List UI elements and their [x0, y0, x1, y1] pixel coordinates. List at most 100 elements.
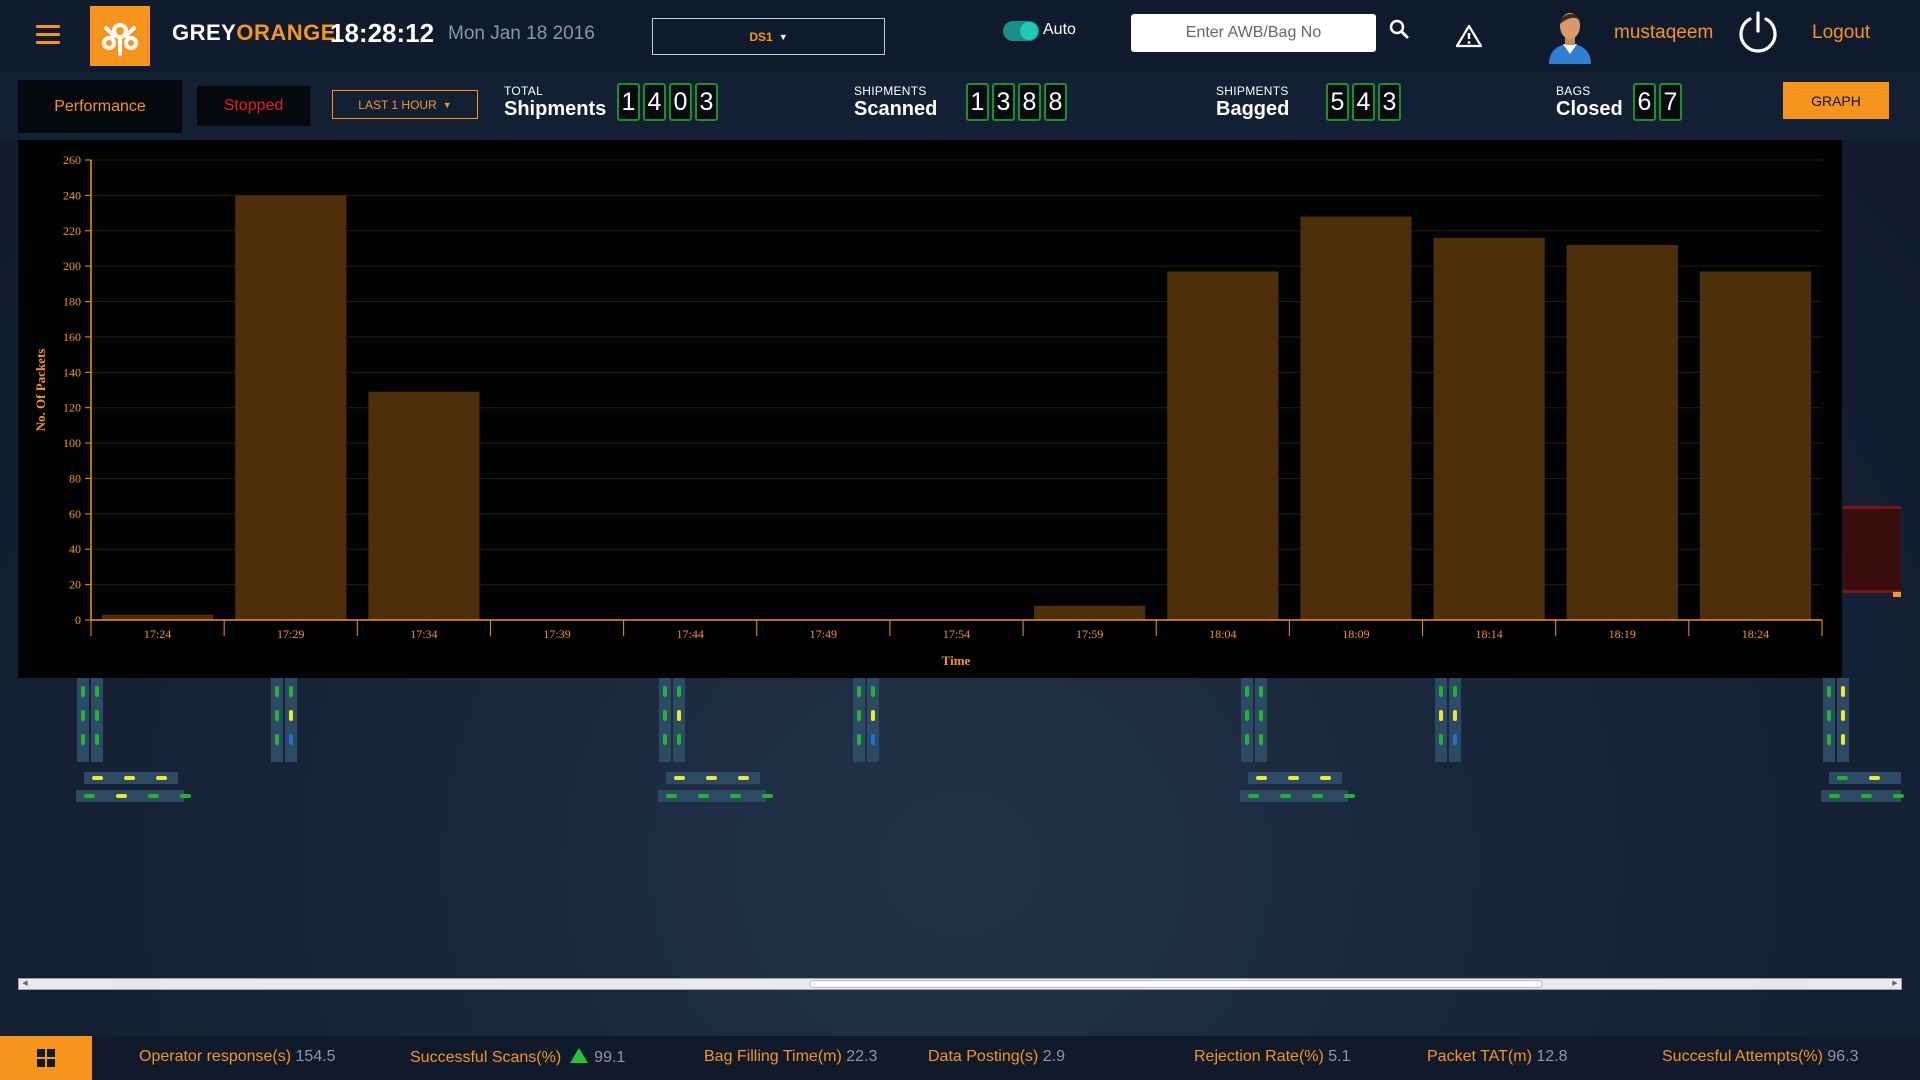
rack-slot[interactable]	[871, 710, 875, 721]
rack-slot[interactable]	[289, 686, 293, 697]
rack-slot[interactable]	[95, 686, 99, 697]
rack-slot[interactable]	[1841, 686, 1845, 697]
rack-slot[interactable]	[857, 734, 861, 745]
dashboard-grid-icon[interactable]	[0, 1036, 92, 1080]
rack-slot[interactable]	[180, 794, 191, 798]
rack-slot[interactable]	[1256, 776, 1267, 780]
rack-slot[interactable]	[1439, 710, 1443, 721]
rack-slot[interactable]	[871, 686, 875, 697]
bar-1819[interactable]	[1566, 244, 1678, 620]
bar-1729[interactable]	[235, 195, 347, 620]
scroll-left-icon[interactable]: ◀	[19, 979, 31, 989]
rack-slot[interactable]	[1841, 710, 1845, 721]
rack-slot[interactable]	[92, 776, 103, 780]
rack-slot[interactable]	[95, 734, 99, 745]
metrics-footer: Operator response(s) 154.5 Successful Sc…	[0, 1036, 1920, 1080]
x-tick-label: 18:24	[1742, 627, 1769, 641]
x-tick-label: 17:24	[144, 627, 171, 641]
rack-slot[interactable]	[1245, 710, 1249, 721]
rack-slot[interactable]	[1245, 734, 1249, 745]
rack-slot[interactable]	[1453, 686, 1457, 697]
rack-slot[interactable]	[666, 794, 677, 798]
rack-slot[interactable]	[1439, 686, 1443, 697]
rack-slot[interactable]	[1259, 710, 1263, 721]
rack-slot[interactable]	[674, 776, 685, 780]
rack-slot[interactable]	[1893, 794, 1904, 798]
rack-slot[interactable]	[1288, 776, 1299, 780]
rack-slot[interactable]	[95, 710, 99, 721]
rack-slot[interactable]	[124, 776, 135, 780]
rack-slot[interactable]	[275, 686, 279, 697]
bar-chart-svg: 0 20 40 60 80 100 120 140 160 180 200 220 240 260 17:2…	[33, 153, 1823, 668]
rack-slot[interactable]	[663, 710, 667, 721]
rack-slot[interactable]	[1453, 734, 1457, 745]
scrollbar-thumb[interactable]	[809, 980, 1543, 988]
rack-slot[interactable]	[677, 734, 681, 745]
rack-slot[interactable]	[857, 710, 861, 721]
rack-slot[interactable]	[663, 686, 667, 697]
rack-slot[interactable]	[1248, 794, 1259, 798]
metric-label: Data Posting(s)	[928, 1048, 1039, 1065]
rack-slot[interactable]	[1453, 710, 1457, 721]
y-tick-label: 180	[63, 295, 81, 309]
bar-1814[interactable]	[1433, 237, 1545, 620]
rack-slot[interactable]	[857, 686, 861, 697]
rack-slot[interactable]	[81, 710, 85, 721]
metric-rejection-rate: Rejection Rate(%) 5.1	[1194, 1048, 1351, 1066]
rack-slot[interactable]	[156, 776, 167, 780]
bar-1724[interactable]	[102, 614, 214, 620]
bar-1824[interactable]	[1699, 271, 1811, 620]
scroll-right-icon[interactable]: ▶	[1889, 979, 1901, 989]
rack-slot[interactable]	[81, 734, 85, 745]
bar-1809[interactable]	[1300, 216, 1412, 620]
rack-slot[interactable]	[1312, 794, 1323, 798]
rack-slot[interactable]	[275, 734, 279, 745]
rack-slot[interactable]	[762, 794, 773, 798]
rack-slot[interactable]	[663, 734, 667, 745]
metric-label: Packet TAT(m)	[1427, 1048, 1532, 1065]
rack-slot[interactable]	[1245, 686, 1249, 697]
rack-slot[interactable]	[677, 686, 681, 697]
y-tick-label: 120	[63, 401, 81, 415]
metric-label: Successful Scans(%)	[410, 1049, 562, 1066]
packets-chart: 0 20 40 60 80 100 120 140 160 180 200 220 240 260 17:2…	[18, 140, 1842, 678]
alert-marker	[1893, 592, 1901, 597]
rack-slot[interactable]	[871, 734, 875, 745]
metric-successful-attempts: Succesful Attempts(%) 96.3	[1662, 1048, 1859, 1066]
rack-slot[interactable]	[1320, 776, 1331, 780]
rack-slot[interactable]	[289, 734, 293, 745]
rack-slot[interactable]	[275, 710, 279, 721]
rack-slot[interactable]	[1259, 686, 1263, 697]
rack-slot[interactable]	[84, 794, 95, 798]
rack-slot[interactable]	[1841, 734, 1845, 745]
rack-slot[interactable]	[730, 794, 741, 798]
rack-slot[interactable]	[1280, 794, 1291, 798]
rack-slot[interactable]	[1827, 686, 1831, 697]
rack-slot[interactable]	[1869, 776, 1880, 780]
rack-slot[interactable]	[677, 710, 681, 721]
y-tick-label: 40	[69, 542, 81, 556]
rack-slot[interactable]	[289, 710, 293, 721]
horizontal-scrollbar[interactable]: ◀ ▶	[18, 978, 1902, 990]
metric-label: Succesful Attempts(%)	[1662, 1048, 1823, 1065]
rack-slot[interactable]	[738, 776, 749, 780]
rack-slot[interactable]	[1827, 710, 1831, 721]
rack-slot[interactable]	[81, 686, 85, 697]
rack-slot[interactable]	[1861, 794, 1872, 798]
x-tick-label: 17:39	[543, 627, 570, 641]
rack-slot[interactable]	[706, 776, 717, 780]
rack-slot[interactable]	[1259, 734, 1263, 745]
bar-1734[interactable]	[368, 391, 480, 620]
bar-1804[interactable]	[1167, 271, 1279, 620]
rack-slot[interactable]	[1827, 734, 1831, 745]
rack-slot[interactable]	[1837, 776, 1848, 780]
metric-bag-filling-time: Bag Filling Time(m) 22.3	[704, 1048, 877, 1066]
rack-slot[interactable]	[698, 794, 709, 798]
bar-1759[interactable]	[1034, 605, 1146, 620]
rack-slot[interactable]	[1344, 794, 1355, 798]
metric-label: Bag Filling Time(m)	[704, 1048, 842, 1065]
rack-slot[interactable]	[1829, 794, 1840, 798]
rack-slot[interactable]	[1439, 734, 1443, 745]
rack-slot[interactable]	[148, 794, 159, 798]
rack-slot[interactable]	[116, 794, 127, 798]
